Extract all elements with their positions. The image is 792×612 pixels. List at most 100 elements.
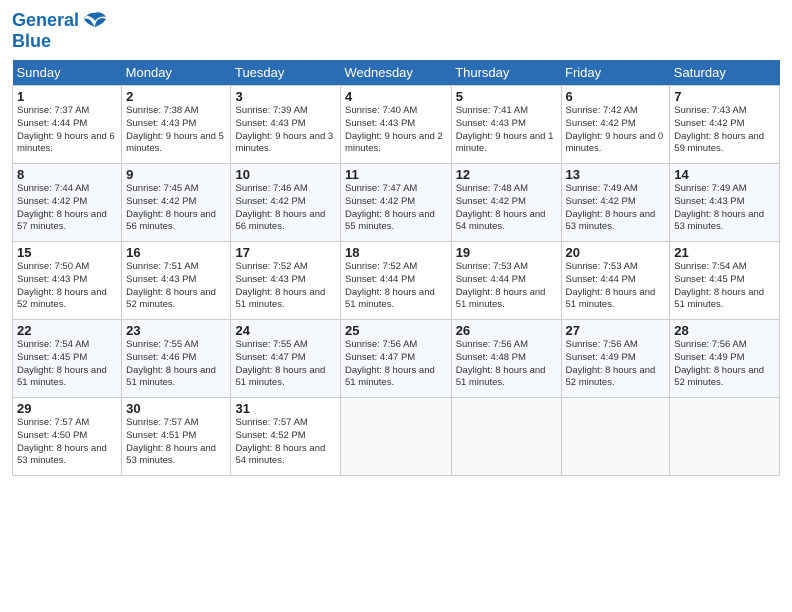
day-detail: Sunrise: 7:54 AMSunset: 4:45 PMDaylight:… xyxy=(17,339,107,388)
day-number: 3 xyxy=(235,89,336,104)
day-number: 4 xyxy=(345,89,447,104)
day-detail: Sunrise: 7:56 AMSunset: 4:47 PMDaylight:… xyxy=(345,339,435,388)
day-detail: Sunrise: 7:42 AMSunset: 4:42 PMDaylight:… xyxy=(566,105,664,154)
day-detail: Sunrise: 7:48 AMSunset: 4:42 PMDaylight:… xyxy=(456,183,546,232)
logo: General Blue xyxy=(12,10,106,52)
calendar-day-2: 2Sunrise: 7:38 AMSunset: 4:43 PMDaylight… xyxy=(122,85,231,163)
day-number: 27 xyxy=(566,323,666,338)
calendar-day-21: 21Sunrise: 7:54 AMSunset: 4:45 PMDayligh… xyxy=(670,241,780,319)
calendar-day-20: 20Sunrise: 7:53 AMSunset: 4:44 PMDayligh… xyxy=(561,241,670,319)
calendar-week-3: 15Sunrise: 7:50 AMSunset: 4:43 PMDayligh… xyxy=(13,241,780,319)
calendar-week-5: 29Sunrise: 7:57 AMSunset: 4:50 PMDayligh… xyxy=(13,397,780,475)
day-detail: Sunrise: 7:40 AMSunset: 4:43 PMDaylight:… xyxy=(345,105,443,154)
day-detail: Sunrise: 7:43 AMSunset: 4:42 PMDaylight:… xyxy=(674,105,764,154)
day-number: 10 xyxy=(235,167,336,182)
calendar-day-13: 13Sunrise: 7:49 AMSunset: 4:42 PMDayligh… xyxy=(561,163,670,241)
calendar-day-12: 12Sunrise: 7:48 AMSunset: 4:42 PMDayligh… xyxy=(451,163,561,241)
calendar-day-4: 4Sunrise: 7:40 AMSunset: 4:43 PMDaylight… xyxy=(340,85,451,163)
day-detail: Sunrise: 7:56 AMSunset: 4:48 PMDaylight:… xyxy=(456,339,546,388)
logo-general: General xyxy=(12,10,79,30)
calendar-week-1: 1Sunrise: 7:37 AMSunset: 4:44 PMDaylight… xyxy=(13,85,780,163)
day-number: 14 xyxy=(674,167,775,182)
col-header-saturday: Saturday xyxy=(670,60,780,86)
calendar-day-30: 30Sunrise: 7:57 AMSunset: 4:51 PMDayligh… xyxy=(122,397,231,475)
day-detail: Sunrise: 7:52 AMSunset: 4:43 PMDaylight:… xyxy=(235,261,325,310)
day-number: 2 xyxy=(126,89,226,104)
day-number: 12 xyxy=(456,167,557,182)
day-detail: Sunrise: 7:55 AMSunset: 4:47 PMDaylight:… xyxy=(235,339,325,388)
day-number: 9 xyxy=(126,167,226,182)
calendar-day-26: 26Sunrise: 7:56 AMSunset: 4:48 PMDayligh… xyxy=(451,319,561,397)
empty-cell xyxy=(340,397,451,475)
calendar-week-4: 22Sunrise: 7:54 AMSunset: 4:45 PMDayligh… xyxy=(13,319,780,397)
calendar-week-2: 8Sunrise: 7:44 AMSunset: 4:42 PMDaylight… xyxy=(13,163,780,241)
logo-blue: Blue xyxy=(12,31,106,52)
day-detail: Sunrise: 7:46 AMSunset: 4:42 PMDaylight:… xyxy=(235,183,325,232)
calendar-day-6: 6Sunrise: 7:42 AMSunset: 4:42 PMDaylight… xyxy=(561,85,670,163)
day-detail: Sunrise: 7:37 AMSunset: 4:44 PMDaylight:… xyxy=(17,105,115,154)
day-number: 5 xyxy=(456,89,557,104)
calendar-day-10: 10Sunrise: 7:46 AMSunset: 4:42 PMDayligh… xyxy=(231,163,341,241)
calendar-day-23: 23Sunrise: 7:55 AMSunset: 4:46 PMDayligh… xyxy=(122,319,231,397)
day-detail: Sunrise: 7:51 AMSunset: 4:43 PMDaylight:… xyxy=(126,261,216,310)
day-detail: Sunrise: 7:41 AMSunset: 4:43 PMDaylight:… xyxy=(456,105,554,154)
day-number: 24 xyxy=(235,323,336,338)
day-number: 25 xyxy=(345,323,447,338)
calendar-day-15: 15Sunrise: 7:50 AMSunset: 4:43 PMDayligh… xyxy=(13,241,122,319)
calendar-day-28: 28Sunrise: 7:56 AMSunset: 4:49 PMDayligh… xyxy=(670,319,780,397)
day-detail: Sunrise: 7:56 AMSunset: 4:49 PMDaylight:… xyxy=(566,339,656,388)
day-number: 17 xyxy=(235,245,336,260)
col-header-tuesday: Tuesday xyxy=(231,60,341,86)
calendar-table: SundayMondayTuesdayWednesdayThursdayFrid… xyxy=(12,60,780,476)
day-detail: Sunrise: 7:49 AMSunset: 4:43 PMDaylight:… xyxy=(674,183,764,232)
calendar-day-1: 1Sunrise: 7:37 AMSunset: 4:44 PMDaylight… xyxy=(13,85,122,163)
day-number: 18 xyxy=(345,245,447,260)
calendar-day-16: 16Sunrise: 7:51 AMSunset: 4:43 PMDayligh… xyxy=(122,241,231,319)
day-detail: Sunrise: 7:57 AMSunset: 4:51 PMDaylight:… xyxy=(126,417,216,466)
day-number: 19 xyxy=(456,245,557,260)
day-number: 29 xyxy=(17,401,117,416)
day-detail: Sunrise: 7:52 AMSunset: 4:44 PMDaylight:… xyxy=(345,261,435,310)
day-detail: Sunrise: 7:56 AMSunset: 4:49 PMDaylight:… xyxy=(674,339,764,388)
page-container: General Blue SundayMondayTuesdayWednesda… xyxy=(0,0,792,484)
col-header-thursday: Thursday xyxy=(451,60,561,86)
calendar-day-3: 3Sunrise: 7:39 AMSunset: 4:43 PMDaylight… xyxy=(231,85,341,163)
day-number: 30 xyxy=(126,401,226,416)
day-detail: Sunrise: 7:55 AMSunset: 4:46 PMDaylight:… xyxy=(126,339,216,388)
day-number: 28 xyxy=(674,323,775,338)
day-detail: Sunrise: 7:44 AMSunset: 4:42 PMDaylight:… xyxy=(17,183,107,232)
col-header-friday: Friday xyxy=(561,60,670,86)
day-detail: Sunrise: 7:49 AMSunset: 4:42 PMDaylight:… xyxy=(566,183,656,232)
day-number: 31 xyxy=(235,401,336,416)
day-number: 8 xyxy=(17,167,117,182)
col-header-sunday: Sunday xyxy=(13,60,122,86)
day-number: 23 xyxy=(126,323,226,338)
calendar-day-31: 31Sunrise: 7:57 AMSunset: 4:52 PMDayligh… xyxy=(231,397,341,475)
calendar-day-25: 25Sunrise: 7:56 AMSunset: 4:47 PMDayligh… xyxy=(340,319,451,397)
logo-bird-icon xyxy=(84,11,106,31)
calendar-day-8: 8Sunrise: 7:44 AMSunset: 4:42 PMDaylight… xyxy=(13,163,122,241)
calendar-day-18: 18Sunrise: 7:52 AMSunset: 4:44 PMDayligh… xyxy=(340,241,451,319)
day-detail: Sunrise: 7:54 AMSunset: 4:45 PMDaylight:… xyxy=(674,261,764,310)
day-number: 15 xyxy=(17,245,117,260)
day-detail: Sunrise: 7:45 AMSunset: 4:42 PMDaylight:… xyxy=(126,183,216,232)
day-detail: Sunrise: 7:57 AMSunset: 4:52 PMDaylight:… xyxy=(235,417,325,466)
col-header-wednesday: Wednesday xyxy=(340,60,451,86)
calendar-day-9: 9Sunrise: 7:45 AMSunset: 4:42 PMDaylight… xyxy=(122,163,231,241)
calendar-day-24: 24Sunrise: 7:55 AMSunset: 4:47 PMDayligh… xyxy=(231,319,341,397)
day-detail: Sunrise: 7:53 AMSunset: 4:44 PMDaylight:… xyxy=(566,261,656,310)
day-number: 11 xyxy=(345,167,447,182)
calendar-day-17: 17Sunrise: 7:52 AMSunset: 4:43 PMDayligh… xyxy=(231,241,341,319)
calendar-day-5: 5Sunrise: 7:41 AMSunset: 4:43 PMDaylight… xyxy=(451,85,561,163)
day-detail: Sunrise: 7:50 AMSunset: 4:43 PMDaylight:… xyxy=(17,261,107,310)
day-detail: Sunrise: 7:57 AMSunset: 4:50 PMDaylight:… xyxy=(17,417,107,466)
calendar-day-19: 19Sunrise: 7:53 AMSunset: 4:44 PMDayligh… xyxy=(451,241,561,319)
day-detail: Sunrise: 7:38 AMSunset: 4:43 PMDaylight:… xyxy=(126,105,224,154)
calendar-day-11: 11Sunrise: 7:47 AMSunset: 4:42 PMDayligh… xyxy=(340,163,451,241)
day-number: 21 xyxy=(674,245,775,260)
day-number: 7 xyxy=(674,89,775,104)
calendar-day-29: 29Sunrise: 7:57 AMSunset: 4:50 PMDayligh… xyxy=(13,397,122,475)
day-number: 13 xyxy=(566,167,666,182)
day-number: 22 xyxy=(17,323,117,338)
calendar-day-14: 14Sunrise: 7:49 AMSunset: 4:43 PMDayligh… xyxy=(670,163,780,241)
